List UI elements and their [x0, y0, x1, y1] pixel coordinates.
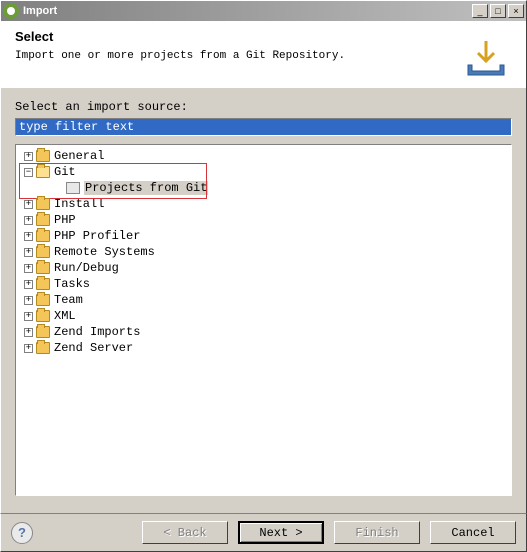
- expand-icon[interactable]: +: [24, 216, 33, 225]
- tree-node-label: Projects from Git: [84, 181, 208, 195]
- minimize-button[interactable]: _: [472, 4, 488, 18]
- folder-icon: [36, 294, 50, 306]
- expand-icon[interactable]: +: [24, 312, 33, 321]
- folder-icon: [36, 342, 50, 354]
- source-label: Select an import source:: [15, 100, 512, 114]
- folder-icon: [36, 214, 50, 226]
- expand-icon[interactable]: +: [24, 296, 33, 305]
- finish-button: Finish: [334, 521, 420, 544]
- tree-folder[interactable]: − Git: [18, 164, 509, 180]
- import-icon: [464, 35, 508, 79]
- page-title: Select: [15, 29, 512, 44]
- expand-icon[interactable]: +: [24, 264, 33, 273]
- folder-icon: [36, 262, 50, 274]
- maximize-button[interactable]: □: [490, 4, 506, 18]
- tree-node-label: Remote Systems: [54, 245, 155, 259]
- tree-node-label: Tasks: [54, 277, 90, 291]
- tree-folder[interactable]: + Remote Systems: [18, 244, 509, 260]
- page-description: Import one or more projects from a Git R…: [15, 50, 512, 62]
- tree-node-label: PHP Profiler: [54, 229, 140, 243]
- back-button: < Back: [142, 521, 228, 544]
- folder-icon: [36, 198, 50, 210]
- cancel-button[interactable]: Cancel: [430, 521, 516, 544]
- collapse-icon[interactable]: −: [24, 168, 33, 177]
- app-icon: [3, 3, 19, 19]
- expand-icon[interactable]: +: [24, 344, 33, 353]
- tree-node-label: Team: [54, 293, 83, 307]
- tree-leaf[interactable]: Projects from Git: [18, 180, 509, 196]
- tree-folder[interactable]: + Team: [18, 292, 509, 308]
- folder-icon: [36, 278, 50, 290]
- tree-node-label: XML: [54, 309, 76, 323]
- tree-node-label: Install: [54, 197, 104, 211]
- tree-folder[interactable]: + PHP: [18, 212, 509, 228]
- wizard-footer: ? < Back Next > Finish Cancel: [0, 513, 527, 552]
- tree-folder[interactable]: + General: [18, 148, 509, 164]
- import-tree[interactable]: + General − Git Projects from Git + Install + PH…: [15, 144, 512, 496]
- folder-icon: [36, 246, 50, 258]
- expand-icon[interactable]: +: [24, 152, 33, 161]
- tree-node-label: Zend Imports: [54, 325, 140, 339]
- titlebar: Import _ □ ×: [0, 0, 527, 21]
- expand-icon[interactable]: +: [24, 248, 33, 257]
- expand-icon[interactable]: +: [24, 280, 33, 289]
- tree-folder[interactable]: + Zend Imports: [18, 324, 509, 340]
- wizard-icon: [66, 182, 80, 194]
- tree-folder[interactable]: + XML: [18, 308, 509, 324]
- tree-node-label: PHP: [54, 213, 76, 227]
- tree-folder[interactable]: + Install: [18, 196, 509, 212]
- expand-icon[interactable]: +: [24, 200, 33, 209]
- wizard-body: Select an import source: + General − Git Pro…: [0, 88, 527, 513]
- tree-folder[interactable]: + Zend Server: [18, 340, 509, 356]
- expand-icon[interactable]: +: [24, 328, 33, 337]
- expand-icon[interactable]: +: [24, 232, 33, 241]
- folder-icon: [36, 166, 50, 178]
- tree-node-label: Git: [54, 165, 76, 179]
- folder-icon: [36, 150, 50, 162]
- folder-icon: [36, 326, 50, 338]
- tree-node-label: General: [54, 149, 104, 163]
- tree-folder[interactable]: + Tasks: [18, 276, 509, 292]
- next-button[interactable]: Next >: [238, 521, 324, 544]
- tree-node-label: Zend Server: [54, 341, 133, 355]
- wizard-header: Select Import one or more projects from …: [0, 21, 527, 88]
- filter-input[interactable]: [15, 118, 512, 136]
- tree-folder[interactable]: + Run/Debug: [18, 260, 509, 276]
- help-button[interactable]: ?: [11, 522, 33, 544]
- tree-node-label: Run/Debug: [54, 261, 119, 275]
- tree-folder[interactable]: + PHP Profiler: [18, 228, 509, 244]
- window-title: Import: [23, 5, 472, 17]
- folder-icon: [36, 310, 50, 322]
- close-button[interactable]: ×: [508, 4, 524, 18]
- folder-icon: [36, 230, 50, 242]
